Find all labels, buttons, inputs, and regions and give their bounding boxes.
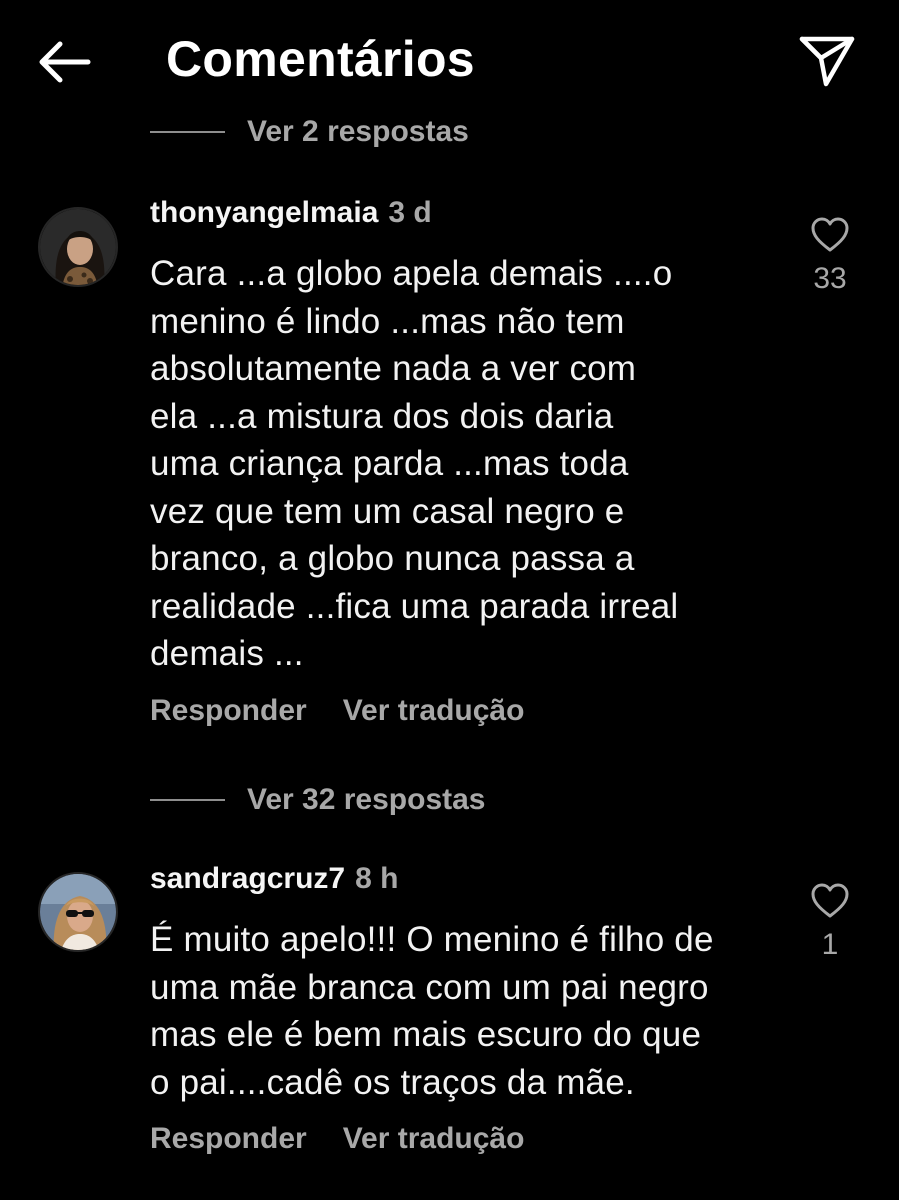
back-button[interactable]: [32, 36, 96, 88]
comment-line: Cara ...a globo apela demais ....o: [150, 254, 673, 293]
comment-header: thonyangelmaia 3 d: [150, 196, 432, 230]
view-replies-row[interactable]: Ver 32 respostas: [150, 780, 486, 820]
comment-text: Cara ...a globo apela demais ....o menin…: [150, 250, 790, 678]
comment-timestamp: 3 d: [388, 196, 432, 229]
comment-line: branco, a globo nunca passa a: [150, 539, 635, 578]
reply-button[interactable]: Responder: [150, 694, 307, 727]
comment-line: uma criança parda ...mas toda: [150, 444, 629, 483]
comment-actions: Responder Ver tradução: [150, 1122, 524, 1156]
view-replies-link[interactable]: Ver 32 respostas: [247, 783, 486, 817]
replies-divider: [150, 131, 225, 133]
comment-line: uma mãe branca com um pai negro: [150, 967, 709, 1007]
user-avatar-photo: [40, 874, 116, 950]
like-count: 33: [813, 262, 847, 295]
comment-line: absolutamente nada a ver com: [150, 349, 637, 388]
heart-icon[interactable]: [810, 882, 850, 920]
comment-text: É muito apelo!!! O menino é filho de uma…: [150, 916, 790, 1106]
reply-button[interactable]: Responder: [150, 1122, 307, 1155]
view-replies-row[interactable]: Ver 2 respostas: [150, 112, 469, 152]
comment-timestamp: 8 h: [355, 862, 399, 895]
comment-line: vez que tem um casal negro e: [150, 491, 625, 531]
avatar[interactable]: [38, 872, 118, 952]
page-title: Comentários: [166, 31, 475, 87]
comment-line: ela ...a mistura dos dois daria: [150, 396, 614, 436]
comment-line: realidade ...fica uma parada irreal: [150, 586, 679, 626]
avatar[interactable]: [38, 207, 118, 287]
comment-line: menino é lindo ...mas não tem: [150, 301, 625, 341]
like-column: 1: [790, 882, 870, 962]
comment-line: mas ele é bem mais escuro do que: [150, 1015, 702, 1054]
comment-line: É muito apelo!!! O menino é filho de: [150, 920, 714, 959]
heart-icon[interactable]: [810, 216, 850, 254]
header-bar: Comentários: [0, 0, 899, 120]
user-avatar-photo: [40, 209, 116, 285]
arrow-left-icon: [39, 41, 91, 83]
comment-header: sandragcruz7 8 h: [150, 862, 398, 896]
view-replies-link[interactable]: Ver 2 respostas: [247, 115, 469, 149]
comment-line: demais ...: [150, 634, 304, 673]
like-count: 1: [821, 928, 839, 961]
paper-plane-icon: [799, 36, 855, 87]
see-translation-button[interactable]: Ver tradução: [343, 694, 525, 727]
comment-username[interactable]: thonyangelmaia: [150, 196, 378, 229]
comment-actions: Responder Ver tradução: [150, 694, 524, 728]
share-button[interactable]: [798, 32, 856, 90]
replies-divider: [150, 799, 225, 801]
like-column: 33: [790, 216, 870, 296]
comment-line: o pai....cadê os traços da mãe.: [150, 1062, 635, 1102]
see-translation-button[interactable]: Ver tradução: [343, 1122, 525, 1155]
comment-username[interactable]: sandragcruz7: [150, 862, 345, 895]
